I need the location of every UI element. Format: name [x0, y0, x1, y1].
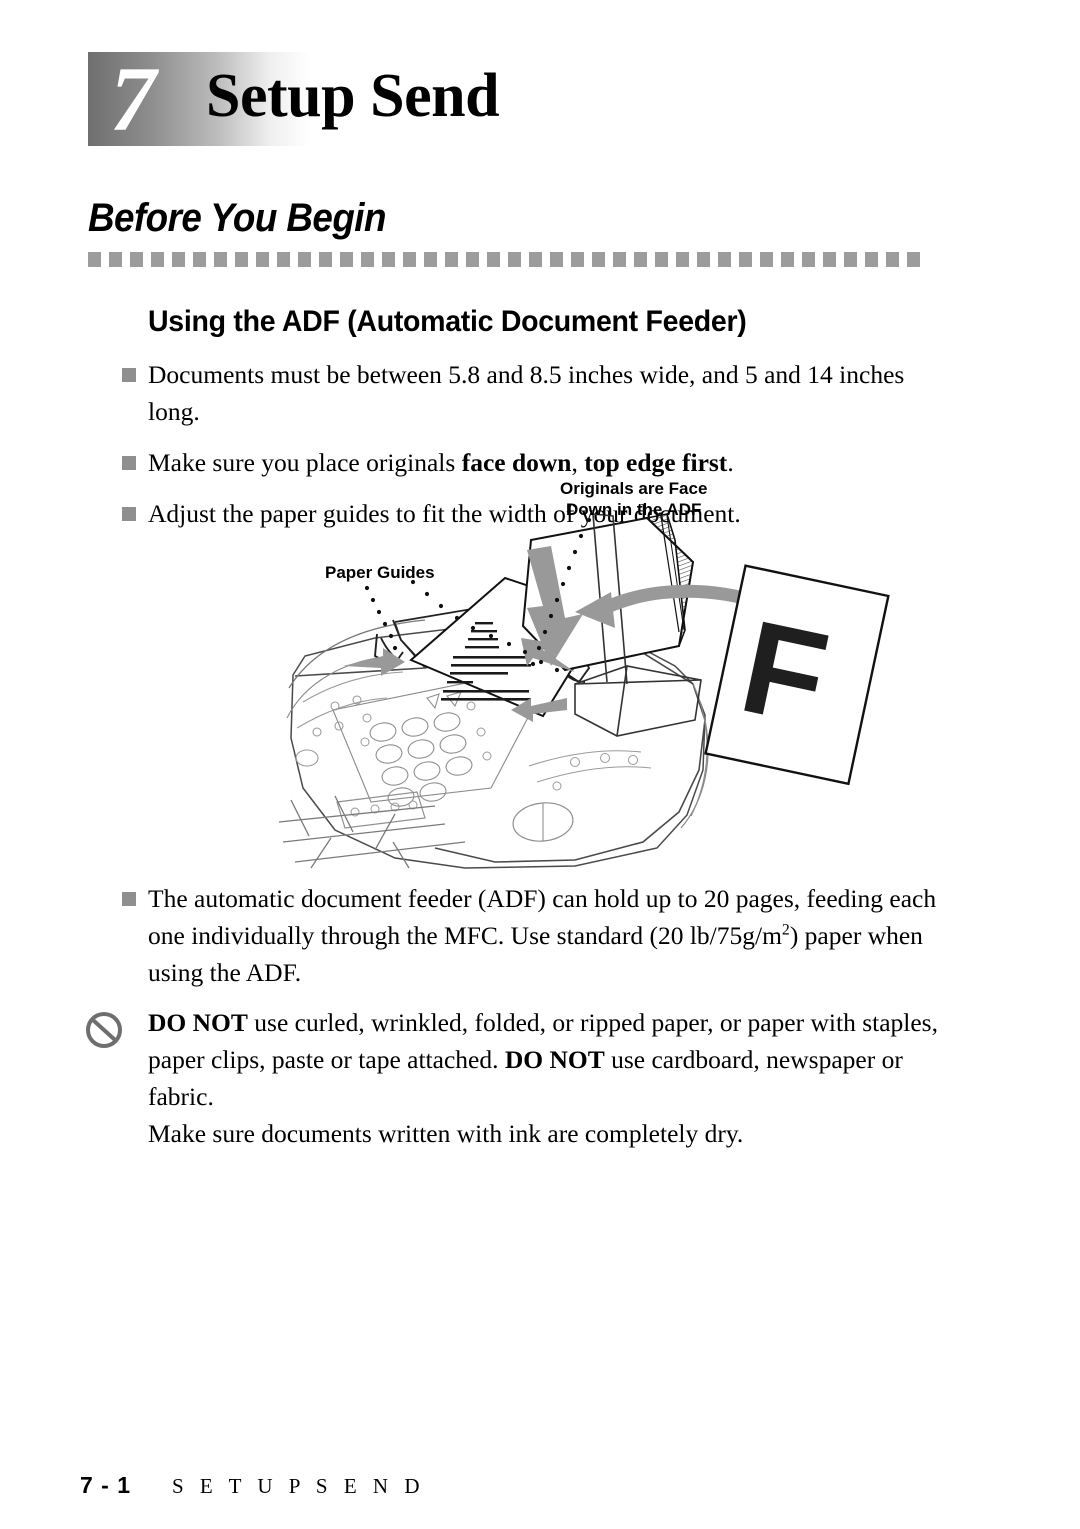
- bullet-item: Documents must be between 5.8 and 8.5 in…: [122, 356, 960, 430]
- footer-page-number: 7 - 1: [80, 1472, 132, 1498]
- bullet-text: The automatic document feeder (ADF) can …: [148, 880, 960, 991]
- sub-heading: Using the ADF (Automatic Document Feeder…: [148, 305, 747, 338]
- chapter-number: 7: [110, 48, 156, 150]
- label-originals-face-down: Originals are Face Down in the ADF: [560, 478, 707, 520]
- label-originals-line1: Originals are Face: [560, 479, 708, 498]
- bullet-square-icon: [122, 892, 136, 906]
- superscript-text: 2: [781, 921, 790, 939]
- page-footer: 7 - 1 S E T U P S E N D: [80, 1472, 980, 1512]
- bullet-list-bottom: The automatic document feeder (ADF) can …: [122, 880, 952, 1005]
- prohibition-icon: [86, 1012, 122, 1048]
- chapter-header: 7 Setup Send: [0, 0, 1080, 165]
- label-paper-guides: Paper Guides: [325, 563, 435, 582]
- adf-output-tray: [574, 665, 702, 737]
- section-divider: [88, 252, 928, 267]
- bullet-square-icon: [122, 368, 136, 382]
- body-text: Documents must be between 5.8 and 8.5 in…: [148, 360, 905, 426]
- label-originals-line2: Down in the ADF: [566, 500, 702, 519]
- bullet-text: Documents must be between 5.8 and 8.5 in…: [148, 356, 960, 430]
- chapter-title: Setup Send: [206, 62, 500, 130]
- adf-illustration-svg: F: [278, 513, 890, 869]
- bullet-item: The automatic document feeder (ADF) can …: [122, 880, 960, 991]
- bullet-square-icon: [122, 507, 136, 521]
- warning-text: DO NOT use curled, wrinkled, folded, or …: [148, 1004, 954, 1115]
- warning-secondary-text: Make sure documents written with ink are…: [148, 1119, 744, 1148]
- adf-illustration: F Originals are Face Down in the ADF Pap…: [275, 470, 915, 870]
- warning-block: DO NOT use curled, wrinkled, folded, or …: [84, 1004, 954, 1152]
- section-heading: Before You Begin: [88, 196, 386, 240]
- bullet-square-icon: [122, 456, 136, 470]
- footer-chapter-title: S E T U P S E N D: [172, 1474, 425, 1498]
- emphasis-text: DO NOT: [504, 1045, 605, 1074]
- emphasis-text: DO NOT: [148, 1008, 248, 1037]
